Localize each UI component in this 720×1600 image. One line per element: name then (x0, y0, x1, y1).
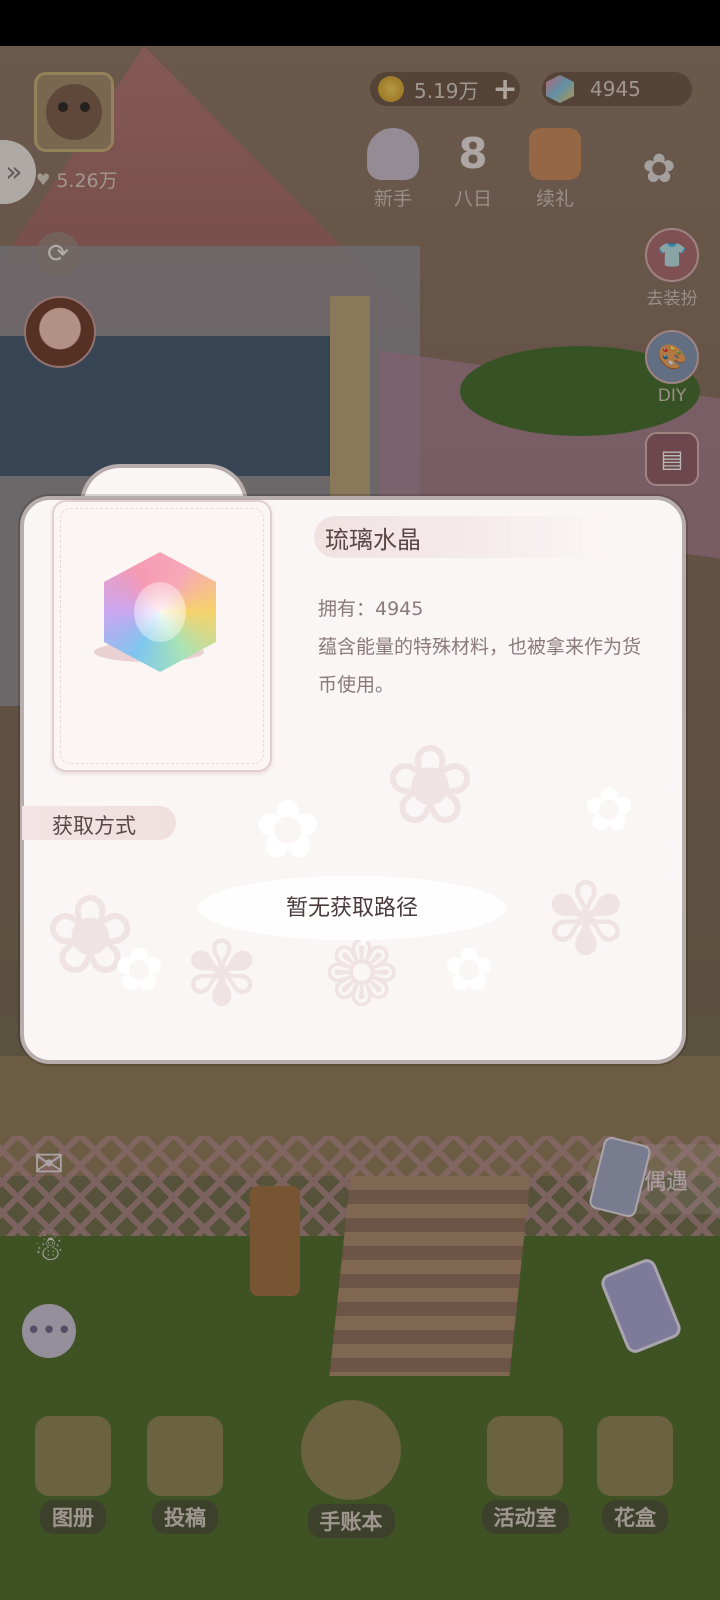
item-owned-count: 拥有：4945 (318, 598, 424, 620)
flower-decoration-icon: ✿ (114, 935, 165, 1005)
crystal-core (134, 582, 186, 642)
acquire-method-label: 获取方式 (52, 814, 136, 838)
item-name: 琉璃水晶 (325, 526, 421, 554)
item-description: 蕴含能量的特殊材料，也被拿来作为货币使用。 (318, 636, 642, 696)
flower-decoration-icon: ✿ (584, 775, 635, 845)
flower-decoration-icon: ✾ (544, 861, 628, 978)
flower-decoration-icon: ✿ (444, 935, 495, 1005)
flower-decoration-icon: ✾ (184, 922, 260, 1027)
flower-decoration-icon: ✿ (254, 783, 322, 876)
glass-crystal-icon (94, 552, 228, 680)
flower-decoration-icon: ❀ (384, 721, 477, 849)
status-bar (0, 0, 720, 46)
no-acquire-path-text: 暂无获取路径 (285, 896, 418, 921)
